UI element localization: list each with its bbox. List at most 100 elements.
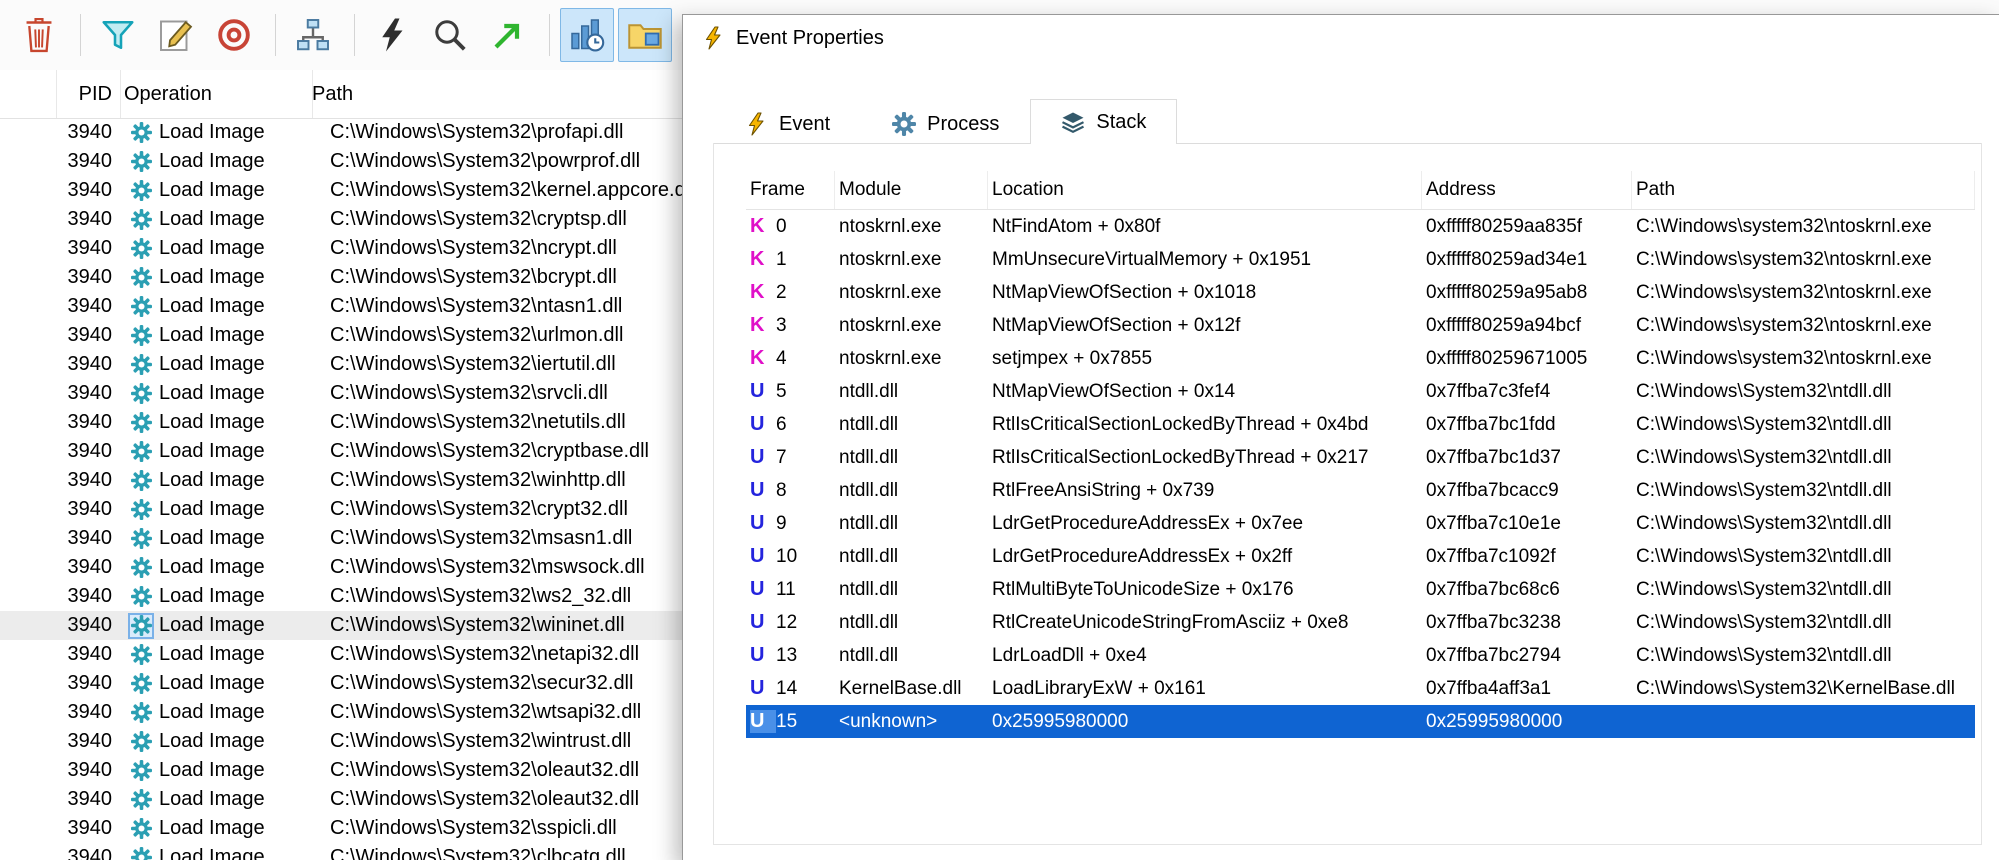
frame-number: 0 [776,216,787,237]
operation-label: Load Image [159,353,265,376]
find-button[interactable] [423,8,477,62]
module-cell: ntoskrnl.exe [835,282,988,304]
pid-cell: 3940 [0,585,120,608]
location-cell: RtlMultiByteToUnicodeSize + 0x176 [988,579,1422,601]
folder-toggle-button[interactable] [618,8,672,62]
stack-header-location[interactable]: Location [988,171,1422,209]
stack-frame-row[interactable]: U15<unknown>0x259959800000x25995980000 [746,705,1975,738]
stack-header-path[interactable]: Path [1632,171,1975,209]
address-cell: 0x7ffba7bc1d37 [1422,447,1632,469]
frame-number: 9 [776,513,787,534]
tab-label: Event [779,113,830,136]
address-cell: 0xfffff80259671005 [1422,348,1632,370]
operation-label: Load Image [159,150,265,173]
operation-cell: Load Image [120,353,318,376]
address-cell: 0x7ffba7c1092f [1422,546,1632,568]
stack-frame-row[interactable]: K0ntoskrnl.exeNtFindAtom + 0x80f0xfffff8… [746,210,1975,243]
process-tree-button[interactable] [286,8,340,62]
address-cell: 0x25995980000 [1422,711,1632,733]
pid-cell: 3940 [0,527,120,550]
stack-header-frame[interactable]: Frame [746,171,835,209]
tab-process[interactable]: Process [861,104,1030,143]
frame-number: 14 [776,678,797,699]
frame-number: 4 [776,348,787,369]
path-cell: C:\Windows\System32\ntdll.dll [1632,513,1975,535]
frame-cell: U15 [746,710,835,733]
path-cell: C:\Windows\System32\ntasn1.dll [318,295,622,318]
pid-cell: 3940 [0,701,120,724]
frame-type: U [750,545,776,568]
include-target-button[interactable] [207,8,261,62]
event-class-button[interactable] [365,8,419,62]
frame-number: 5 [776,381,787,402]
operation-cell: Load Image [120,469,318,492]
location-cell: NtMapViewOfSection + 0x1018 [988,282,1422,304]
stack-frame-row[interactable]: U12ntdll.dllRtlCreateUnicodeStringFromAs… [746,606,1975,639]
bolt-icon [374,17,410,53]
pid-cell: 3940 [0,150,120,173]
stack-frame-row[interactable]: K3ntoskrnl.exeNtMapViewOfSection + 0x12f… [746,309,1975,342]
tab-label: Process [927,113,999,136]
stack-frame-row[interactable]: U13ntdll.dllLdrLoadDll + 0xe40x7ffba7bc2… [746,639,1975,672]
header-operation[interactable]: Operation [112,70,313,118]
frame-type: K [750,215,776,238]
stack-header-module[interactable]: Module [835,171,988,209]
path-cell: C:\Windows\System32\winhttp.dll [318,469,626,492]
operation-label: Load Image [159,237,265,260]
path-cell: C:\Windows\System32\profapi.dll [318,121,623,144]
frame-type: K [750,347,776,370]
operation-cell: Load Image [120,643,318,666]
grid-icon [569,17,605,53]
path-cell: C:\Windows\System32\kernel.appcore.dll [318,179,695,202]
path-cell: C:\Windows\System32\ntdll.dll [1632,381,1975,403]
filter-button[interactable] [91,8,145,62]
stack-frame-row[interactable]: K2ntoskrnl.exeNtMapViewOfSection + 0x101… [746,276,1975,309]
pid-cell: 3940 [0,614,120,637]
toolbar-separator [80,14,81,56]
stack-frame-row[interactable]: K1ntoskrnl.exeMmUnsecureVirtualMemory + … [746,243,1975,276]
dialog-titlebar[interactable]: Event Properties [683,15,1999,61]
stack-frame-row[interactable]: U11ntdll.dllRtlMultiByteToUnicodeSize + … [746,573,1975,606]
pid-cell: 3940 [0,179,120,202]
stack-frame-row[interactable]: U9ntdll.dllLdrGetProcedureAddressEx + 0x… [746,507,1975,540]
operation-cell: Load Image [120,846,318,860]
path-cell: C:\Windows\System32\oleaut32.dll [318,788,639,811]
stack-frame-row[interactable]: K4ntoskrnl.exesetjmpex + 0x78550xfffff80… [746,342,1975,375]
path-cell: C:\Windows\system32\ntoskrnl.exe [1632,315,1975,337]
stack-frame-row[interactable]: U5ntdll.dllNtMapViewOfSection + 0x140x7f… [746,375,1975,408]
stack-header-address[interactable]: Address [1422,171,1632,209]
tab-stack[interactable]: Stack [1030,99,1177,144]
target-icon [216,17,252,53]
layers-icon [1061,110,1085,134]
frame-type: U [750,578,776,601]
frame-number: 6 [776,414,787,435]
pid-cell: 3940 [0,817,120,840]
frame-cell: K4 [746,347,835,370]
load-image-icon [130,151,152,173]
stack-frame-row[interactable]: U10ntdll.dllLdrGetProcedureAddressEx + 0… [746,540,1975,573]
path-cell: C:\Windows\System32\wininet.dll [318,614,625,637]
operation-cell: Load Image [120,498,318,521]
chart-toggle-button[interactable] [560,8,614,62]
highlight-button[interactable] [149,8,203,62]
load-image-icon [130,818,152,840]
stack-frame-row[interactable]: U6ntdll.dllRtlIsCriticalSectionLockedByT… [746,408,1975,441]
operation-label: Load Image [159,469,265,492]
path-cell: C:\Windows\system32\ntoskrnl.exe [1632,348,1975,370]
tab-event[interactable]: Event [713,104,861,143]
path-cell: C:\Windows\System32\cryptsp.dll [318,208,627,231]
path-cell: C:\Windows\System32\wintrust.dll [318,730,631,753]
operation-cell: Load Image [120,179,318,202]
stack-frame-row[interactable]: U14KernelBase.dllLoadLibraryExW + 0x1610… [746,672,1975,705]
stack-frame-row[interactable]: U8ntdll.dllRtlFreeAnsiString + 0x7390x7f… [746,474,1975,507]
clear-button[interactable] [12,8,66,62]
frame-cell: U11 [746,578,835,601]
jump-arrow-icon [490,17,526,53]
pid-cell: 3940 [0,556,120,579]
operation-label: Load Image [159,411,265,434]
operation-label: Load Image [159,295,265,318]
stack-header: Frame Module Location Address Path [746,171,1975,210]
frame-cell: U13 [746,644,835,667]
jump-to-button[interactable] [481,8,535,62]
stack-frame-row[interactable]: U7ntdll.dllRtlIsCriticalSectionLockedByT… [746,441,1975,474]
